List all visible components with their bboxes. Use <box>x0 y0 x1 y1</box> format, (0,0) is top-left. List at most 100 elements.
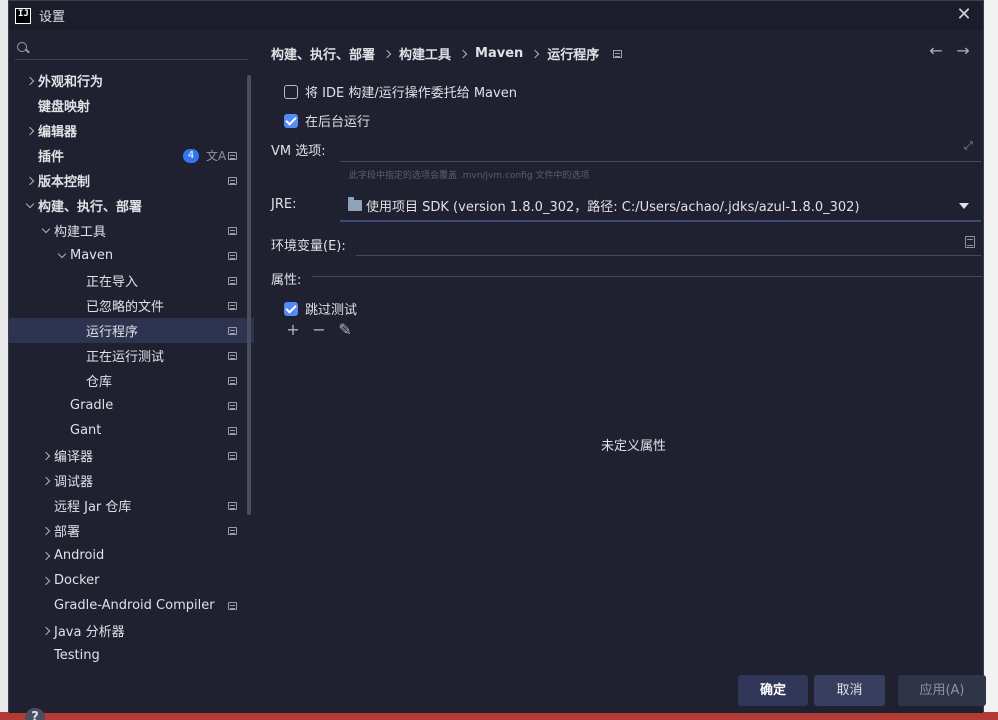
sidebar-item[interactable]: 键盘映射 <box>9 93 254 118</box>
chevron-down-icon[interactable] <box>41 226 51 236</box>
chevron-down-icon[interactable] <box>57 251 67 261</box>
project-settings-icon <box>613 49 623 58</box>
checkbox-checked-icon <box>284 301 298 316</box>
delegate-to-maven-label: 将 IDE 构建/运行操作委托给 Maven <box>305 86 517 101</box>
chevron-down-icon[interactable] <box>25 201 35 211</box>
sidebar-item-label: 正在运行测试 <box>86 350 165 365</box>
jre-label: JRE: <box>271 197 297 212</box>
intellij-logo-icon: IJ <box>15 7 31 24</box>
apply-button[interactable]: 应用(A) <box>898 675 986 706</box>
jre-dropdown[interactable]: 使用项目 SDK (version 1.8.0_302，路径: C:/Users… <box>340 190 981 222</box>
sidebar-item[interactable]: Gradle <box>9 393 254 418</box>
project-settings-icon <box>228 276 237 285</box>
checkbox-unchecked-icon <box>284 84 298 99</box>
sidebar-item[interactable]: 编译器 <box>9 443 254 468</box>
breadcrumb-item[interactable]: Maven <box>475 46 523 61</box>
breadcrumb-item[interactable]: 构建工具 <box>399 44 451 63</box>
sidebar-item[interactable]: Gant <box>9 418 254 443</box>
remove-icon[interactable]: − <box>311 322 327 338</box>
project-settings-icon <box>228 376 237 385</box>
sidebar-item[interactable]: Maven <box>9 243 254 268</box>
sidebar-item[interactable]: Gradle-Android Compiler <box>9 593 254 618</box>
sidebar-item[interactable]: 正在导入 <box>9 268 254 293</box>
chevron-right-icon[interactable] <box>41 576 51 586</box>
cancel-button[interactable]: 取消 <box>814 675 885 706</box>
expand-icon[interactable]: ⤢ <box>964 140 976 152</box>
sidebar-item[interactable]: Android <box>9 543 254 568</box>
sidebar-item[interactable]: Testing <box>9 643 254 668</box>
search-icon <box>17 41 31 56</box>
sidebar-item[interactable]: 正在运行测试 <box>9 343 254 368</box>
sidebar-item-label: 正在导入 <box>86 275 139 290</box>
sidebar-item[interactable]: 部署 <box>9 518 254 543</box>
translate-icon: 文A <box>206 149 227 163</box>
sidebar-item[interactable]: Java 分析器 <box>9 618 254 643</box>
sidebar-item-label: 已忽略的文件 <box>86 300 165 315</box>
add-icon[interactable]: + <box>285 322 301 338</box>
sidebar-item-label: Gant <box>70 423 102 438</box>
sidebar-item[interactable]: 编辑器 <box>9 118 254 143</box>
sidebar-item[interactable]: Docker <box>9 568 254 593</box>
sidebar-item[interactable]: 构建工具 <box>9 218 254 243</box>
forward-arrow-icon[interactable]: → <box>954 42 972 60</box>
chevron-right-icon <box>384 47 390 61</box>
folder-icon <box>348 196 362 211</box>
window-title: 设置 <box>39 10 66 25</box>
sidebar-item-label: 构建工具 <box>54 225 107 240</box>
search-input[interactable] <box>35 41 248 56</box>
settings-dialog: IJ 设置 ✕ 外观和行为 键盘映射 编辑器 插件 4 文A 版本控制 构建、执行、部署 构建工… <box>8 0 986 720</box>
chevron-right-icon[interactable] <box>41 451 51 461</box>
jre-selected-value: 使用项目 SDK (version 1.8.0_302，路径: C:/Users… <box>366 199 860 215</box>
ok-button[interactable]: 确定 <box>738 675 808 706</box>
sidebar-item[interactable]: 构建、执行、部署 <box>9 193 254 218</box>
help-button[interactable]: ? <box>25 708 45 720</box>
project-settings-icon <box>228 326 237 335</box>
sidebar-scrollbar[interactable] <box>247 75 251 515</box>
sidebar-item-label: Testing <box>54 648 100 663</box>
search-box[interactable] <box>15 38 248 60</box>
env-vars-label: 环境变量(E): <box>271 239 346 254</box>
sidebar-item-label: Android <box>54 548 105 563</box>
chevron-right-icon[interactable] <box>41 551 51 561</box>
chevron-right-icon[interactable] <box>41 526 51 536</box>
run-in-background-checkbox[interactable]: 在后台运行 <box>284 111 370 130</box>
skip-tests-checkbox[interactable]: 跳过测试 <box>284 299 357 318</box>
settings-tree: 外观和行为 键盘映射 编辑器 插件 4 文A 版本控制 构建、执行、部署 构建工具 Maven 正在… <box>9 68 254 668</box>
close-button[interactable]: ✕ <box>955 6 973 24</box>
sidebar-item[interactable]: 已忽略的文件 <box>9 293 254 318</box>
chevron-right-icon <box>532 47 538 61</box>
sidebar-item[interactable]: 仓库 <box>9 368 254 393</box>
delegate-to-maven-checkbox[interactable]: 将 IDE 构建/运行操作委托给 Maven <box>284 82 517 101</box>
project-settings-icon <box>228 426 237 435</box>
vm-options-input[interactable] <box>340 133 980 159</box>
background-left-strip <box>0 0 8 720</box>
sidebar-item-label: 编译器 <box>54 450 94 465</box>
sidebar-item-label: 编辑器 <box>38 125 78 140</box>
sidebar-item[interactable]: 外观和行为 <box>9 68 254 93</box>
project-settings-icon <box>228 401 237 410</box>
env-vars-input[interactable] <box>356 231 981 255</box>
chevron-right-icon[interactable] <box>25 76 35 86</box>
project-settings-icon <box>228 526 237 535</box>
sidebar-item[interactable]: 插件 4 文A <box>9 143 254 168</box>
run-in-background-label: 在后台运行 <box>305 115 371 130</box>
sidebar-item-label: 版本控制 <box>38 175 91 190</box>
dropdown-arrow-icon <box>959 203 969 209</box>
sidebar-item[interactable]: 运行程序 <box>9 318 254 343</box>
background-right-strip <box>984 0 998 720</box>
breadcrumb-item[interactable]: 构建、执行、部署 <box>271 44 375 63</box>
chevron-right-icon[interactable] <box>25 126 35 136</box>
chevron-right-icon[interactable] <box>41 626 51 636</box>
sidebar-item[interactable]: 版本控制 <box>9 168 254 193</box>
sidebar-item[interactable]: 调试器 <box>9 468 254 493</box>
chevron-right-icon <box>460 47 466 61</box>
chevron-right-icon[interactable] <box>41 476 51 486</box>
sidebar-item[interactable]: 远程 Jar 仓库 <box>9 493 254 518</box>
chevron-right-icon[interactable] <box>25 176 35 186</box>
background-bottom-strip <box>0 712 998 720</box>
edit-icon[interactable]: ✎ <box>337 322 353 338</box>
update-count-badge: 4 <box>183 148 199 163</box>
edit-env-vars-icon[interactable] <box>965 236 975 248</box>
back-arrow-icon[interactable]: ← <box>927 42 945 60</box>
sidebar-item-label: Java 分析器 <box>54 625 125 640</box>
